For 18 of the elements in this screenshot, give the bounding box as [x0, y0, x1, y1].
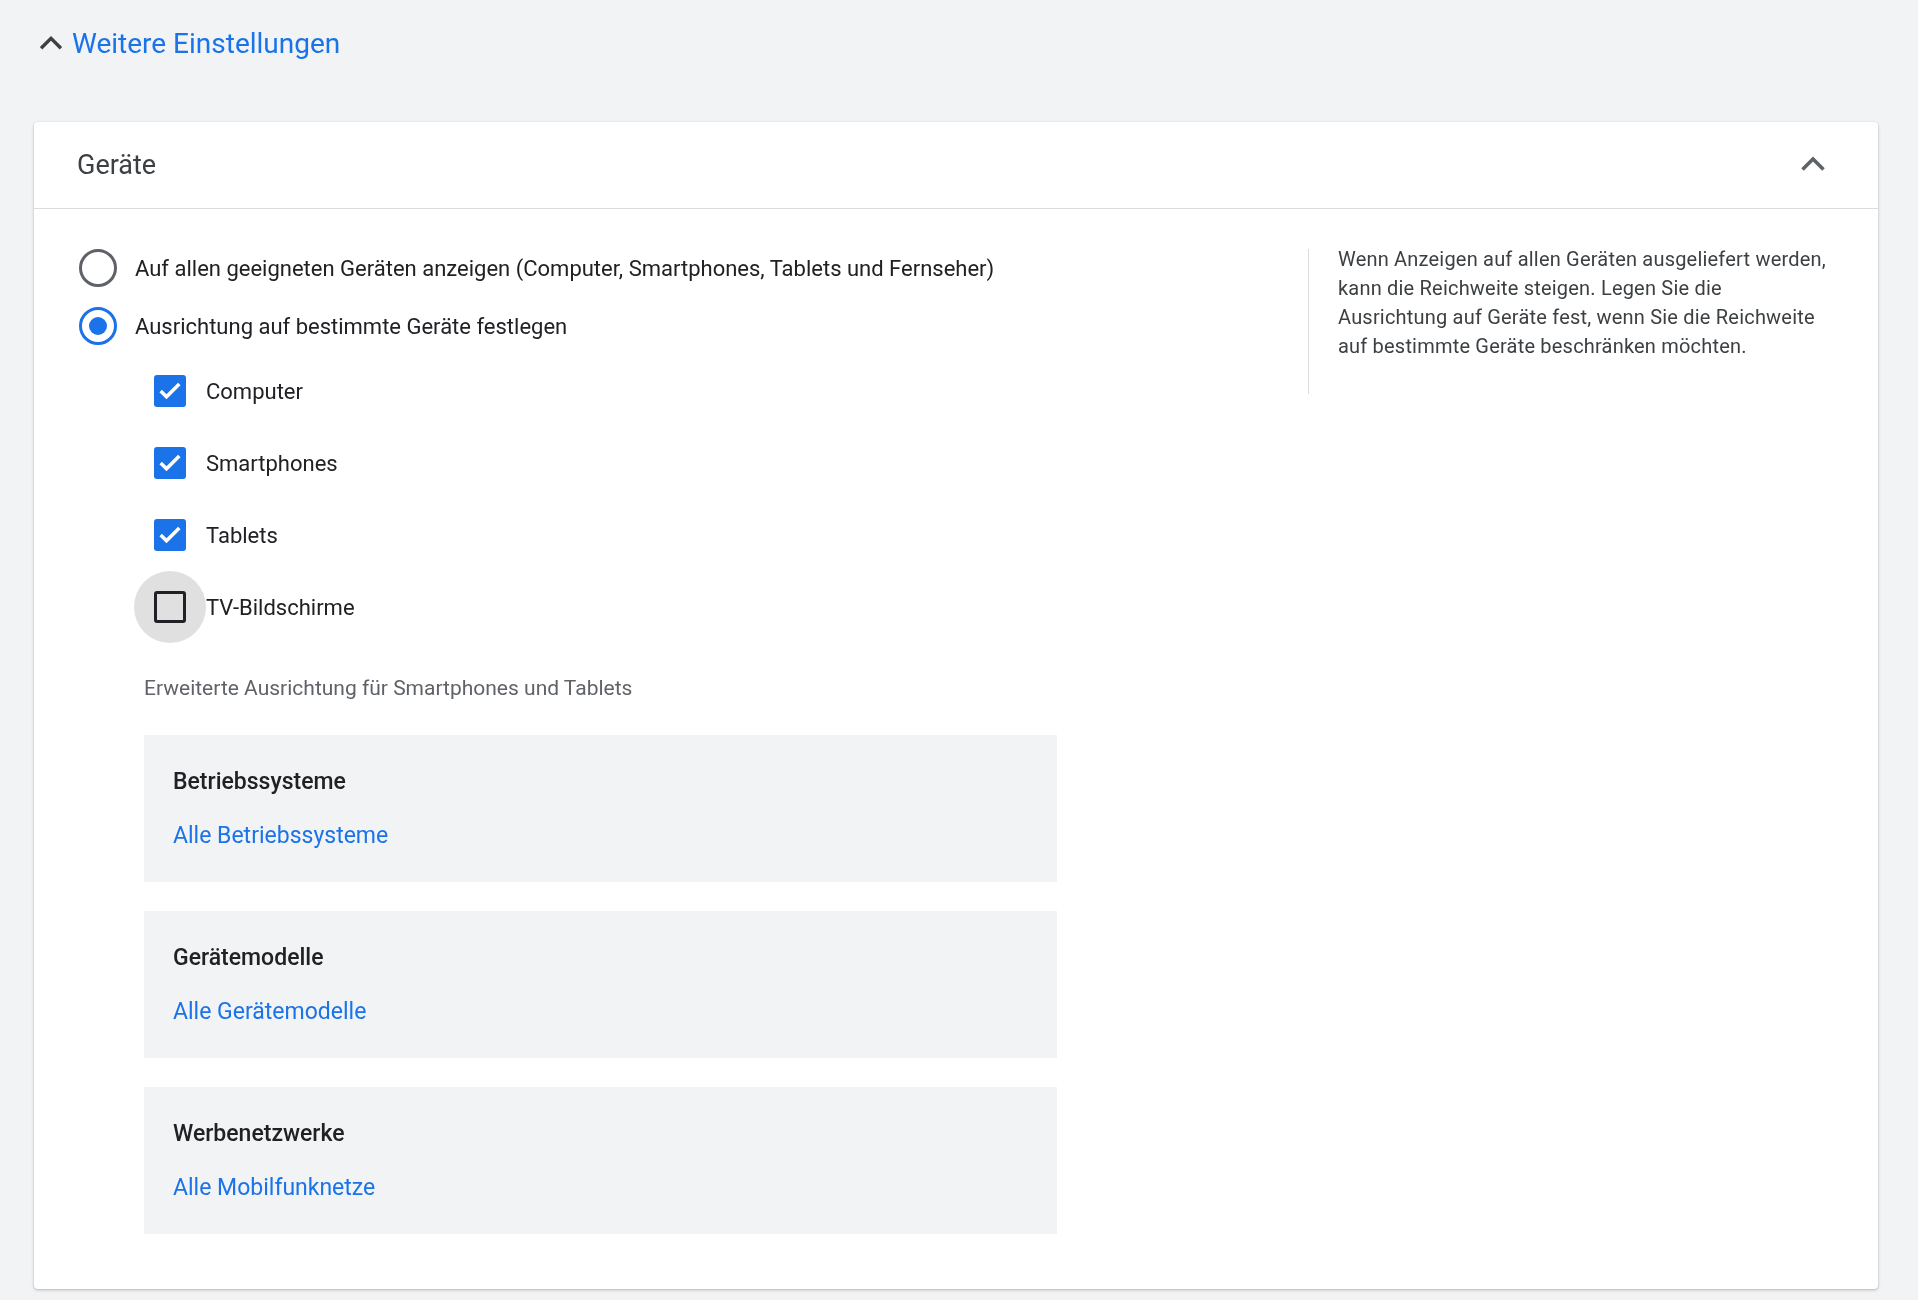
section-link[interactable]: Alle Betriebssysteme [173, 819, 389, 854]
radio-button[interactable] [79, 249, 117, 287]
card-title: Geräte [77, 147, 157, 183]
help-text: Wenn Anzeigen auf allen Geräten ausgeliefert werden, kann die Reichweite steigen. Legen Sie die Ausrichtung auf Geräte fest, wenn Sie die Reichweite auf bestimmte Geräte beschränken möchten. [1338, 246, 1827, 360]
section-link[interactable]: Alle Mobilfunknetze [173, 1171, 376, 1206]
more-settings-toggle[interactable]: Weitere Einstellungen [34, 24, 341, 64]
section-link[interactable]: Alle Gerätemodelle [173, 995, 367, 1030]
radio-button[interactable] [79, 307, 117, 345]
checkbox-label: TV-Bildschirme [206, 593, 355, 622]
section-subtitle: Erweiterte Ausrichtung für Smartphones und Tablets [144, 675, 634, 702]
checkbox-label: Tablets [206, 521, 278, 550]
section-title: Betriebssysteme [173, 766, 347, 797]
checkbox-label: Smartphones [206, 449, 338, 478]
section-title: Gerätemodelle [173, 942, 325, 973]
radio-label: Ausrichtung auf bestimmte Geräte festlegen [135, 312, 568, 341]
radio-label: Auf allen geeigneten Geräten anzeigen (Computer, Smartphones, Tablets und Fernseher) [135, 254, 995, 283]
checkbox-label: Computer [206, 377, 303, 406]
section-title: Werbenetzwerke [173, 1118, 346, 1149]
